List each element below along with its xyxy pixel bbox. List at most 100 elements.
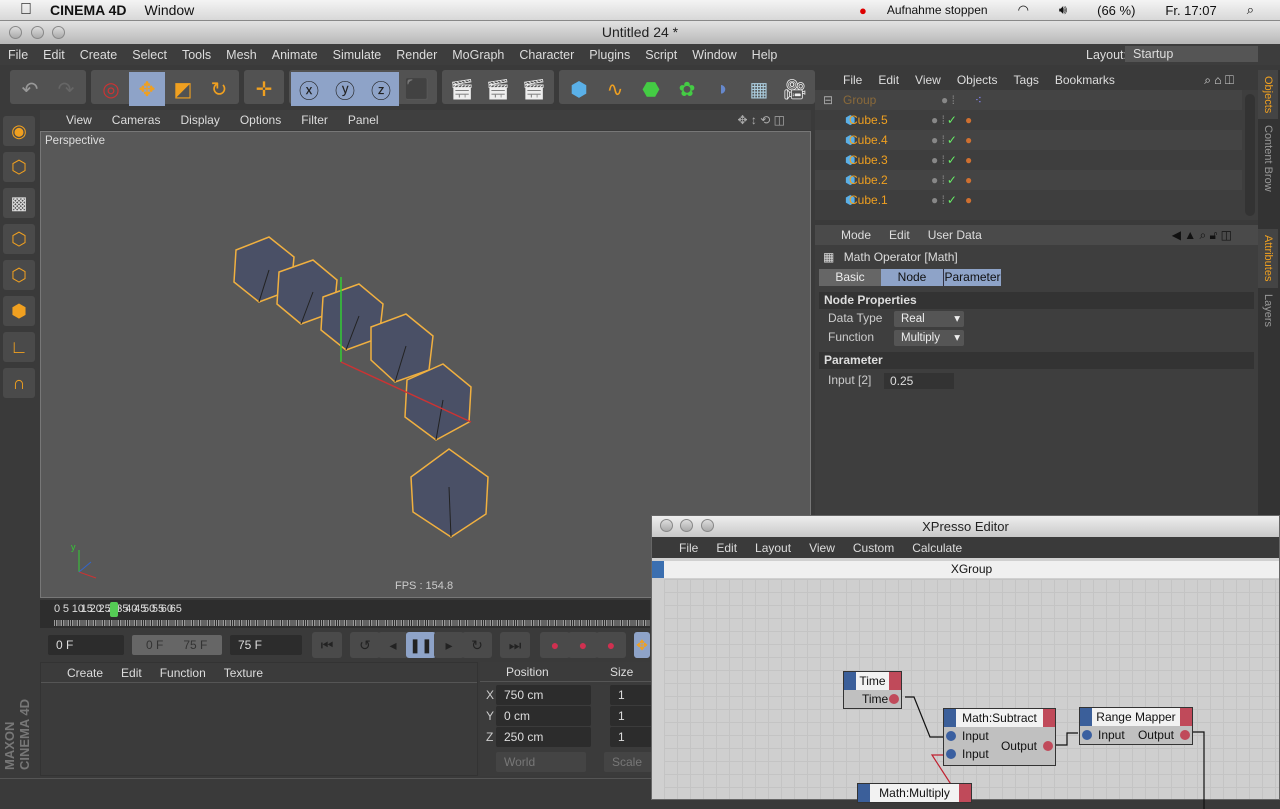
- enabled-check-icon[interactable]: ✓: [947, 193, 957, 207]
- enabled-check-icon[interactable]: ✓: [947, 153, 957, 167]
- object-name[interactable]: Cube.1: [847, 193, 923, 207]
- menu-mograph[interactable]: MoGraph: [444, 48, 511, 62]
- record-icon[interactable]: ●: [859, 3, 867, 18]
- enabled-check-icon[interactable]: ✓: [947, 133, 957, 147]
- viewport-menu-options[interactable]: Options: [240, 113, 281, 127]
- cube-icon[interactable]: ⬢: [561, 72, 597, 106]
- y-axis-icon[interactable]: ⓨ: [327, 72, 363, 106]
- spline-icon[interactable]: ∿: [597, 72, 633, 106]
- xpresso-menu-layout[interactable]: Layout: [755, 541, 791, 555]
- material-menu-function[interactable]: Function: [160, 666, 206, 680]
- tag-icon[interactable]: ●: [965, 153, 972, 167]
- object-name[interactable]: Group: [843, 93, 933, 107]
- minimize-button[interactable]: [31, 26, 44, 39]
- tab-basic[interactable]: Basic: [819, 269, 881, 286]
- menu-mesh[interactable]: Mesh: [218, 48, 264, 62]
- port-row[interactable]: InputOutput: [1080, 726, 1192, 744]
- viewport-nav-icons[interactable]: ✥ ↕ ⟲ ◫: [738, 113, 785, 127]
- tag-icon[interactable]: ●: [965, 113, 972, 127]
- object-row[interactable]: ⬢Cube.3● ⁞✓●: [815, 150, 1242, 170]
- menu-plugins[interactable]: Plugins: [581, 48, 637, 62]
- tag-icon[interactable]: ●: [965, 133, 972, 147]
- wifi-icon[interactable]: ◠: [1018, 2, 1029, 18]
- position-key-icon[interactable]: ✥: [634, 632, 650, 658]
- object-row[interactable]: ⬢Cube.1● ⁞✓●: [815, 190, 1242, 210]
- xpresso-menu-custom[interactable]: Custom: [853, 541, 894, 555]
- object-name[interactable]: Cube.3: [847, 153, 923, 167]
- input-2-field[interactable]: 0.25: [884, 373, 954, 389]
- record-key-icon[interactable]: ●: [540, 632, 570, 658]
- position-x-field[interactable]: 750 cm: [496, 685, 591, 705]
- side-tab-layers[interactable]: Layers: [1258, 288, 1278, 333]
- side-tab-objects[interactable]: Objects: [1258, 70, 1278, 119]
- texture-mode-icon[interactable]: ▩: [3, 188, 35, 218]
- recent-tool-icon[interactable]: ✛: [246, 72, 282, 106]
- tag-icon[interactable]: ●: [965, 173, 972, 187]
- node-math-multiply[interactable]: Math:Multiply: [857, 783, 972, 803]
- floor-icon[interactable]: ▦: [741, 72, 777, 106]
- z-axis-icon[interactable]: ⓩ: [363, 72, 399, 106]
- node-range-mapper[interactable]: Range Mapper InputOutput: [1079, 707, 1193, 745]
- menu-select[interactable]: Select: [124, 48, 174, 62]
- object-row-group[interactable]: ⊟Group● ⁞⁖: [815, 90, 1242, 110]
- tab-node[interactable]: Node: [881, 269, 943, 286]
- attr-nav-icons[interactable]: ◀ ▲ ⌕ 🔓︎ ◫: [1172, 228, 1232, 243]
- objects-search-icon[interactable]: ⌕ ⌂ ◫: [1204, 73, 1234, 88]
- input-port-icon[interactable]: [946, 749, 956, 759]
- xpresso-menu-calculate[interactable]: Calculate: [912, 541, 962, 555]
- output-port-icon[interactable]: [1043, 741, 1053, 751]
- xpresso-menu-view[interactable]: View: [809, 541, 835, 555]
- attr-menu-edit[interactable]: Edit: [889, 228, 910, 242]
- viewport-menu-cameras[interactable]: Cameras: [112, 113, 161, 127]
- prev-key-icon[interactable]: ↺: [350, 632, 380, 658]
- xpresso-canvas[interactable]: Time Time Math:Subtract Input Input Outp…: [664, 579, 1279, 799]
- object-mode-icon[interactable]: ⬡: [3, 152, 35, 182]
- rotate-icon[interactable]: ↻: [201, 72, 237, 106]
- xgroup-header[interactable]: XGroup: [652, 561, 1279, 578]
- axis-mode-icon[interactable]: ∟: [3, 332, 35, 362]
- x-axis-icon[interactable]: ⓧ: [291, 72, 327, 106]
- timeline[interactable]: 05101520253035404550556065: [40, 600, 650, 628]
- pause-icon[interactable]: ❚❚: [406, 632, 436, 658]
- playhead[interactable]: [110, 602, 118, 617]
- layout-select[interactable]: Startup: [1125, 46, 1258, 62]
- xpresso-menu-file[interactable]: File: [679, 541, 698, 555]
- scale-icon[interactable]: ◩: [165, 72, 201, 106]
- polygons-mode-icon[interactable]: ⬢: [3, 296, 35, 326]
- xpresso-close-button[interactable]: [660, 519, 673, 532]
- recording-stop[interactable]: Aufnahme stoppen: [887, 3, 988, 17]
- menu-character[interactable]: Character: [511, 48, 581, 62]
- end-frame-field[interactable]: 75 F: [230, 635, 302, 655]
- tag-icon[interactable]: ●: [965, 193, 972, 207]
- viewport-menu-display[interactable]: Display: [180, 113, 219, 127]
- render-view-icon[interactable]: 🎬︎: [444, 72, 480, 106]
- tab-parameter[interactable]: Parameter: [943, 269, 1001, 286]
- zoom-button[interactable]: [52, 26, 65, 39]
- start-frame-field[interactable]: 0 F: [48, 635, 124, 655]
- port-output[interactable]: Output: [1001, 737, 1055, 755]
- model-mode-icon[interactable]: ◉: [3, 116, 35, 146]
- objects-menu-bookmarks[interactable]: Bookmarks: [1055, 73, 1115, 87]
- spotlight-icon[interactable]: ⌕: [1247, 2, 1254, 18]
- node-time[interactable]: Time Time: [843, 671, 902, 709]
- next-key-icon[interactable]: ↻: [462, 632, 492, 658]
- close-button[interactable]: [9, 26, 22, 39]
- deformer-icon[interactable]: ◗: [705, 72, 741, 106]
- app-menu[interactable]: CINEMA 4D: [50, 2, 127, 18]
- volume-icon[interactable]: 🔊︎: [1059, 2, 1067, 18]
- object-name[interactable]: Cube.5: [847, 113, 923, 127]
- subdivision-icon[interactable]: ⬣: [633, 72, 669, 106]
- attr-menu-userdata[interactable]: User Data: [928, 228, 982, 242]
- attr-menu-mode[interactable]: Mode: [841, 228, 871, 242]
- keyframe-selection-icon[interactable]: ●: [596, 632, 626, 658]
- edges-mode-icon[interactable]: ⬡: [3, 260, 35, 290]
- material-menu-create[interactable]: Create: [67, 666, 103, 680]
- objects-scrollbar[interactable]: [1245, 94, 1255, 216]
- enabled-check-icon[interactable]: ✓: [947, 173, 957, 187]
- go-to-end-icon[interactable]: ⏭: [500, 632, 530, 658]
- menu-window[interactable]: Window: [684, 48, 743, 62]
- menu-help[interactable]: Help: [744, 48, 785, 62]
- apply-scale-button[interactable]: Scale: [604, 752, 652, 772]
- coord-system-select[interactable]: World: [496, 752, 586, 772]
- objects-menu-edit[interactable]: Edit: [878, 73, 899, 87]
